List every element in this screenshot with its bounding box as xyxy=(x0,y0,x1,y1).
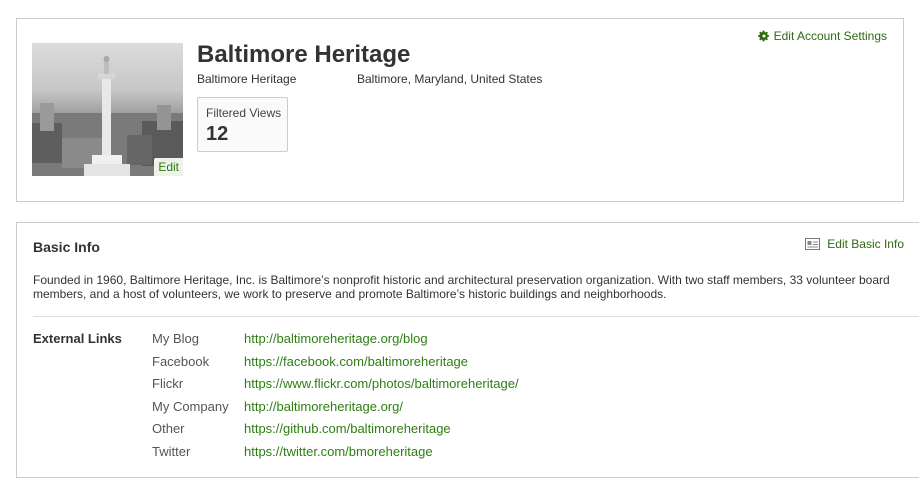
photo-edit-button[interactable]: Edit xyxy=(154,158,183,176)
basic-info-title: Basic Info xyxy=(33,239,100,255)
monument-engraving-image xyxy=(32,56,183,176)
external-links-list: My Blog http://baltimoreheritage.org/blo… xyxy=(152,331,519,467)
stat-value: 12 xyxy=(206,123,229,145)
link-name: Facebook xyxy=(152,353,210,369)
external-link-row: My Company http://baltimoreheritage.org/ xyxy=(152,399,519,422)
link-url[interactable]: https://twitter.com/bmoreheritage xyxy=(244,444,433,467)
org-name-title: Baltimore Heritage xyxy=(197,41,411,68)
stat-label: Filtered Views xyxy=(206,106,282,120)
external-link-row: Other https://github.com/baltimoreherita… xyxy=(152,421,519,444)
profile-photo: Edit xyxy=(32,43,183,176)
profile-card: Edit Baltimore Heritage Baltimore Herita… xyxy=(16,18,904,202)
external-link-row: My Blog http://baltimoreheritage.org/blo… xyxy=(152,331,519,354)
edit-basic-info-label: Edit Basic Info xyxy=(827,237,904,251)
external-link-row: Twitter https://twitter.com/bmoreheritag… xyxy=(152,444,519,467)
edit-basic-info-link[interactable]: Edit Basic Info xyxy=(805,237,904,251)
external-link-row: Facebook https://facebook.com/baltimoreh… xyxy=(152,354,519,377)
edit-account-settings-link[interactable]: Edit Account Settings xyxy=(757,29,887,43)
edit-account-label: Edit Account Settings xyxy=(773,29,887,43)
link-url[interactable]: http://baltimoreheritage.org/blog xyxy=(244,331,428,354)
link-name: Other xyxy=(152,421,185,437)
link-url[interactable]: http://baltimoreheritage.org/ xyxy=(244,399,403,422)
link-url[interactable]: https://github.com/baltimoreheritage xyxy=(244,421,451,444)
org-description: Founded in 1960, Baltimore Heritage, Inc… xyxy=(33,273,890,301)
link-name: My Blog xyxy=(152,331,199,346)
id-card-icon xyxy=(805,238,821,250)
gear-icon xyxy=(757,30,769,42)
link-name: Twitter xyxy=(152,443,191,459)
external-links-label: External Links xyxy=(33,331,122,346)
org-location: Baltimore, Maryland, United States xyxy=(357,72,543,86)
link-name: Flickr xyxy=(152,376,184,392)
section-divider xyxy=(33,316,919,317)
org-subtitle: Baltimore Heritage xyxy=(197,72,297,86)
filtered-views-stat[interactable]: Filtered Views 12 xyxy=(197,97,288,152)
link-name: My Company xyxy=(152,398,229,414)
basic-info-card: Basic Info Edit Basic Info Founded in 19… xyxy=(16,222,919,478)
link-url[interactable]: https://facebook.com/baltimoreheritage xyxy=(244,354,468,377)
link-url[interactable]: https://www.flickr.com/photos/baltimoreh… xyxy=(244,376,519,399)
external-link-row: Flickr https://www.flickr.com/photos/bal… xyxy=(152,376,519,399)
